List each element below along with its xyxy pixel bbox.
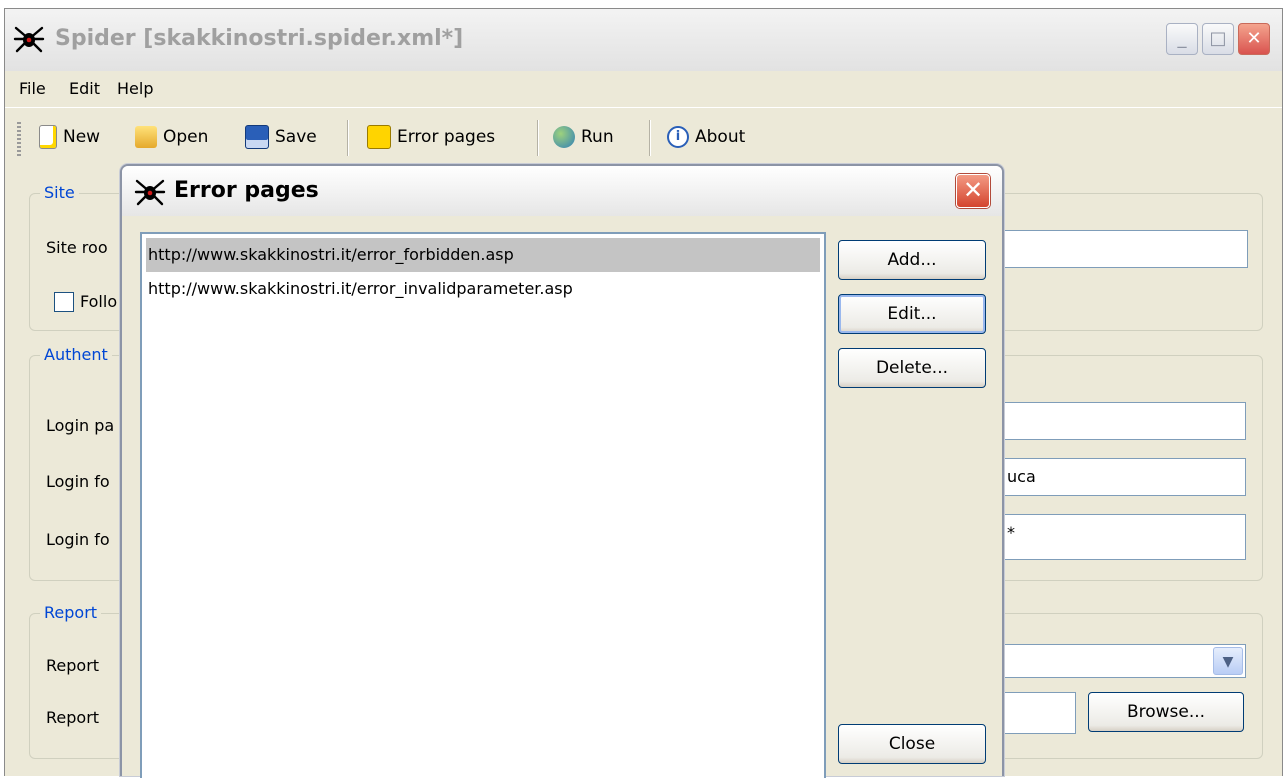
add-button[interactable]: Add... (838, 240, 986, 280)
delete-button[interactable]: Delete... (838, 348, 986, 388)
toolbar: New Open Save Error pages Run i About (5, 107, 1282, 164)
toolbar-separator (537, 120, 539, 156)
menu-bar: File Edit Help (5, 71, 1282, 105)
window-close-button[interactable]: ✕ (1238, 23, 1270, 55)
follow-label: Follo (80, 292, 118, 311)
authentication-legend: Authent (40, 345, 112, 364)
menu-help[interactable]: Help (117, 79, 153, 98)
open-label: Open (163, 127, 209, 147)
login-page-input[interactable] (1000, 402, 1246, 440)
open-button[interactable]: Open (135, 124, 208, 150)
spider-icon (13, 26, 45, 53)
run-button[interactable]: Run (553, 124, 614, 150)
maximize-button[interactable]: □ (1202, 23, 1234, 55)
globe-icon (553, 126, 575, 148)
toolbar-grip[interactable] (17, 122, 21, 156)
site-legend: Site (40, 183, 79, 202)
new-document-icon (39, 125, 57, 149)
dialog-close-icon[interactable]: ✕ (956, 174, 990, 208)
report-file-label: Report (46, 708, 100, 727)
close-button[interactable]: Close (838, 724, 986, 764)
list-item[interactable]: http://www.skakkinostri.it/error_invalid… (146, 272, 573, 306)
toolbar-separator (347, 120, 349, 156)
site-root-label: Site roo (46, 238, 108, 257)
browse-button[interactable]: Browse... (1088, 692, 1244, 732)
info-icon: i (667, 126, 689, 148)
error-pages-dialog: Error pages ✕ http://www.skakkinostri.it… (120, 164, 1004, 778)
report-type-label: Report (46, 656, 100, 675)
save-button[interactable]: Save (245, 124, 317, 150)
report-type-select[interactable]: ▼ (1000, 644, 1246, 678)
login-form-label-2: Login fo (46, 530, 110, 549)
open-folder-icon (135, 126, 157, 148)
report-legend: Report (40, 603, 102, 622)
window-title: Spider [skakkinostri.spider.xml*] (55, 26, 464, 51)
minimize-button[interactable]: _ (1166, 23, 1198, 55)
login-page-label: Login pa (46, 416, 115, 435)
run-label: Run (581, 127, 614, 147)
list-item[interactable]: http://www.skakkinostri.it/error_forbidd… (146, 238, 820, 272)
floppy-disk-icon (245, 125, 269, 149)
report-file-input[interactable] (1000, 692, 1076, 734)
about-button[interactable]: i About (667, 124, 745, 150)
chevron-down-icon[interactable]: ▼ (1213, 647, 1243, 675)
site-root-input[interactable] (1000, 230, 1248, 268)
username-input[interactable]: uca (1000, 458, 1246, 496)
follow-checkbox[interactable] (54, 292, 74, 312)
new-button[interactable]: New (39, 124, 100, 150)
toolbar-separator (649, 120, 651, 156)
dialog-title: Error pages (174, 178, 319, 203)
spider-icon (134, 179, 166, 206)
menu-edit[interactable]: Edit (69, 79, 100, 98)
error-pages-button[interactable]: Error pages (367, 124, 495, 150)
password-input[interactable]: * (1000, 514, 1246, 560)
edit-button[interactable]: Edit... (838, 294, 986, 334)
login-form-label-1: Login fo (46, 472, 110, 491)
warning-icon (367, 125, 391, 149)
title-bar[interactable]: Spider [skakkinostri.spider.xml*] _ □ ✕ (5, 9, 1282, 71)
error-pages-label: Error pages (397, 127, 496, 147)
menu-file[interactable]: File (19, 79, 46, 98)
new-label: New (63, 127, 101, 147)
about-label: About (695, 127, 746, 147)
dialog-title-bar[interactable]: Error pages ✕ (122, 166, 1002, 216)
save-label: Save (275, 127, 317, 147)
error-pages-list[interactable]: http://www.skakkinostri.it/error_forbidd… (140, 232, 826, 778)
